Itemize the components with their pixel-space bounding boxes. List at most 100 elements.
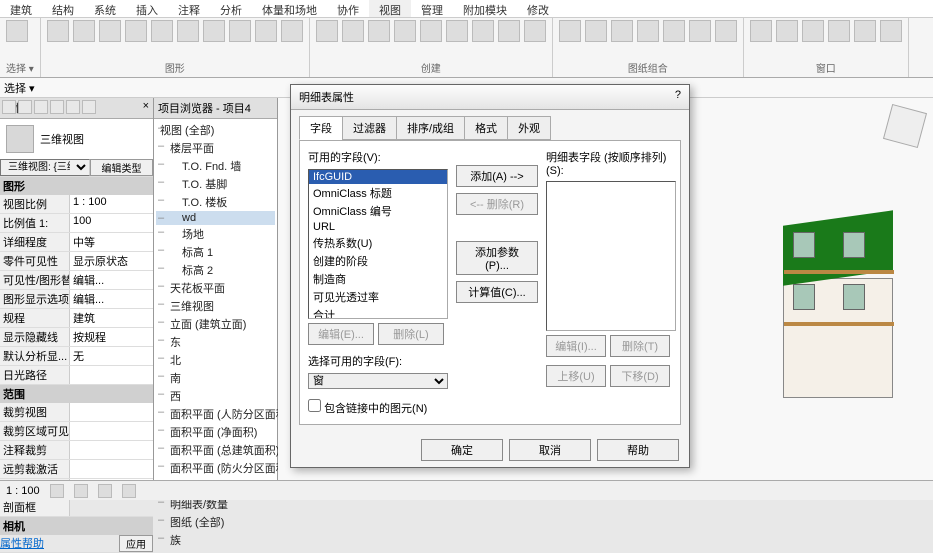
ribbon-tab[interactable]: 插入 bbox=[126, 0, 168, 17]
property-row[interactable]: 裁剪视图 bbox=[0, 403, 153, 422]
apply-button[interactable]: 应用 bbox=[119, 535, 153, 552]
property-row[interactable]: 裁剪区域可见 bbox=[0, 422, 153, 441]
tree-node[interactable]: 东 bbox=[156, 333, 275, 351]
ribbon-button[interactable] bbox=[229, 20, 251, 42]
property-row[interactable]: 远剪裁激活 bbox=[0, 460, 153, 479]
close-icon[interactable]: × bbox=[143, 100, 149, 116]
view-scale[interactable]: 1 : 100 bbox=[6, 485, 40, 497]
tree-node[interactable]: 视图 (全部) bbox=[156, 121, 275, 139]
qat-icon[interactable] bbox=[34, 100, 48, 114]
ribbon-button[interactable] bbox=[472, 20, 494, 42]
property-row[interactable]: 默认分析显...无 bbox=[0, 347, 153, 366]
ribbon-button[interactable] bbox=[99, 20, 121, 42]
ribbon-button[interactable] bbox=[446, 20, 468, 42]
property-row[interactable]: 规程建筑 bbox=[0, 309, 153, 328]
ribbon-button[interactable] bbox=[281, 20, 303, 42]
ribbon-button[interactable] bbox=[611, 20, 633, 42]
category-combo[interactable]: 窗 bbox=[308, 373, 448, 389]
tree-node[interactable]: 族 bbox=[156, 531, 275, 549]
instance-selector[interactable]: 三维视图: {三维} bbox=[0, 159, 90, 176]
ribbon-button[interactable] bbox=[203, 20, 225, 42]
status-icon[interactable] bbox=[74, 484, 88, 498]
qat-icon[interactable] bbox=[50, 100, 64, 114]
tree-node[interactable]: 西 bbox=[156, 387, 275, 405]
tree-node[interactable]: 楼层平面 bbox=[156, 139, 275, 157]
dialog-tab[interactable]: 字段 bbox=[299, 116, 343, 140]
include-linked-checkbox[interactable]: 包含链接中的图元(N) bbox=[308, 399, 448, 416]
listbox-item[interactable]: 传热系数(U) bbox=[309, 234, 447, 252]
edit-scheduled-button[interactable]: 编辑(I)... bbox=[546, 335, 606, 357]
tree-node[interactable]: 面积平面 (总建筑面积) bbox=[156, 441, 275, 459]
property-row[interactable]: 零件可见性显示原状态 bbox=[0, 252, 153, 271]
qat-icon[interactable] bbox=[66, 100, 80, 114]
ribbon-button[interactable] bbox=[6, 20, 28, 42]
ribbon-tab[interactable]: 附加模块 bbox=[453, 0, 517, 17]
ribbon-tab[interactable]: 视图 bbox=[369, 0, 411, 17]
listbox-item[interactable]: 制造商 bbox=[309, 270, 447, 288]
ribbon-button[interactable] bbox=[715, 20, 737, 42]
tree-node[interactable]: 三维视图 bbox=[156, 297, 275, 315]
ribbon-button[interactable] bbox=[802, 20, 824, 42]
property-row[interactable]: 可见性/图形替换编辑... bbox=[0, 271, 153, 290]
ribbon-tab[interactable]: 建筑 bbox=[0, 0, 42, 17]
ribbon-button[interactable] bbox=[316, 20, 338, 42]
ribbon-tab[interactable]: 系统 bbox=[84, 0, 126, 17]
tree-node[interactable]: 南 bbox=[156, 369, 275, 387]
cancel-button[interactable]: 取消 bbox=[509, 439, 591, 461]
ribbon-button[interactable] bbox=[342, 20, 364, 42]
ribbon-button[interactable] bbox=[854, 20, 876, 42]
ribbon-button[interactable] bbox=[368, 20, 390, 42]
listbox-item[interactable]: URL bbox=[309, 220, 447, 234]
help-button[interactable]: 帮助 bbox=[597, 439, 679, 461]
ribbon-tab[interactable]: 协作 bbox=[327, 0, 369, 17]
listbox-item[interactable]: OmniClass 标题 bbox=[309, 184, 447, 202]
tree-node[interactable]: 标高 1 bbox=[156, 243, 275, 261]
tree-node[interactable]: 图纸 (全部) bbox=[156, 513, 275, 531]
remove-field-button[interactable]: <-- 删除(R) bbox=[456, 193, 538, 215]
edit-field-button[interactable]: 编辑(E)... bbox=[308, 323, 374, 345]
ribbon-tab[interactable]: 修改 bbox=[517, 0, 559, 17]
status-icon[interactable] bbox=[122, 484, 136, 498]
status-icon[interactable] bbox=[50, 484, 64, 498]
status-icon[interactable] bbox=[98, 484, 112, 498]
property-row[interactable]: 详细程度中等 bbox=[0, 233, 153, 252]
available-fields-listbox[interactable]: IfcGUIDOmniClass 标题OmniClass 编号URL传热系数(U… bbox=[308, 169, 448, 319]
move-up-button[interactable]: 上移(U) bbox=[546, 365, 606, 387]
ribbon-button[interactable] bbox=[524, 20, 546, 42]
tree-node[interactable]: 北 bbox=[156, 351, 275, 369]
property-row[interactable]: 日光路径 bbox=[0, 366, 153, 385]
listbox-item[interactable]: 创建的阶段 bbox=[309, 252, 447, 270]
tree-node[interactable]: T.O. Fnd. 墙 bbox=[156, 157, 275, 175]
listbox-item[interactable]: OmniClass 编号 bbox=[309, 202, 447, 220]
tree-node[interactable]: 场地 bbox=[156, 225, 275, 243]
qat-icon[interactable] bbox=[2, 100, 16, 114]
ribbon-button[interactable] bbox=[585, 20, 607, 42]
edit-type-button[interactable]: 编辑类型 bbox=[90, 159, 153, 176]
tree-node[interactable]: 面积平面 (人防分区面积) bbox=[156, 405, 275, 423]
listbox-item[interactable]: 合计 bbox=[309, 306, 447, 319]
tree-node[interactable]: 面积平面 (防火分区面积) bbox=[156, 459, 275, 477]
ribbon-button[interactable] bbox=[255, 20, 277, 42]
listbox-item[interactable]: 可见光透过率 bbox=[309, 288, 447, 306]
ribbon-button[interactable] bbox=[637, 20, 659, 42]
ribbon-button[interactable] bbox=[689, 20, 711, 42]
ribbon-tab[interactable]: 管理 bbox=[411, 0, 453, 17]
tree-node[interactable]: T.O. 基脚 bbox=[156, 175, 275, 193]
dialog-tab[interactable]: 排序/成组 bbox=[396, 116, 465, 140]
ribbon-tab[interactable]: 注释 bbox=[168, 0, 210, 17]
ribbon-button[interactable] bbox=[776, 20, 798, 42]
ribbon-tab[interactable]: 体量和场地 bbox=[252, 0, 327, 17]
qat-icon[interactable] bbox=[82, 100, 96, 114]
ribbon-button[interactable] bbox=[177, 20, 199, 42]
listbox-item[interactable]: IfcGUID bbox=[309, 170, 447, 184]
dialog-tab[interactable]: 格式 bbox=[464, 116, 508, 140]
property-row[interactable]: 剖面框 bbox=[0, 498, 153, 517]
ribbon-button[interactable] bbox=[828, 20, 850, 42]
properties-help-link[interactable]: 属性帮助 bbox=[0, 535, 44, 552]
select-label[interactable]: 选择 ▾ bbox=[4, 80, 35, 96]
view-cube[interactable] bbox=[883, 104, 927, 148]
tree-node[interactable]: 天花板平面 bbox=[156, 279, 275, 297]
ribbon-button[interactable] bbox=[73, 20, 95, 42]
calculated-value-button[interactable]: 计算值(C)... bbox=[456, 281, 538, 303]
tree-node[interactable]: 面积平面 (净面积) bbox=[156, 423, 275, 441]
